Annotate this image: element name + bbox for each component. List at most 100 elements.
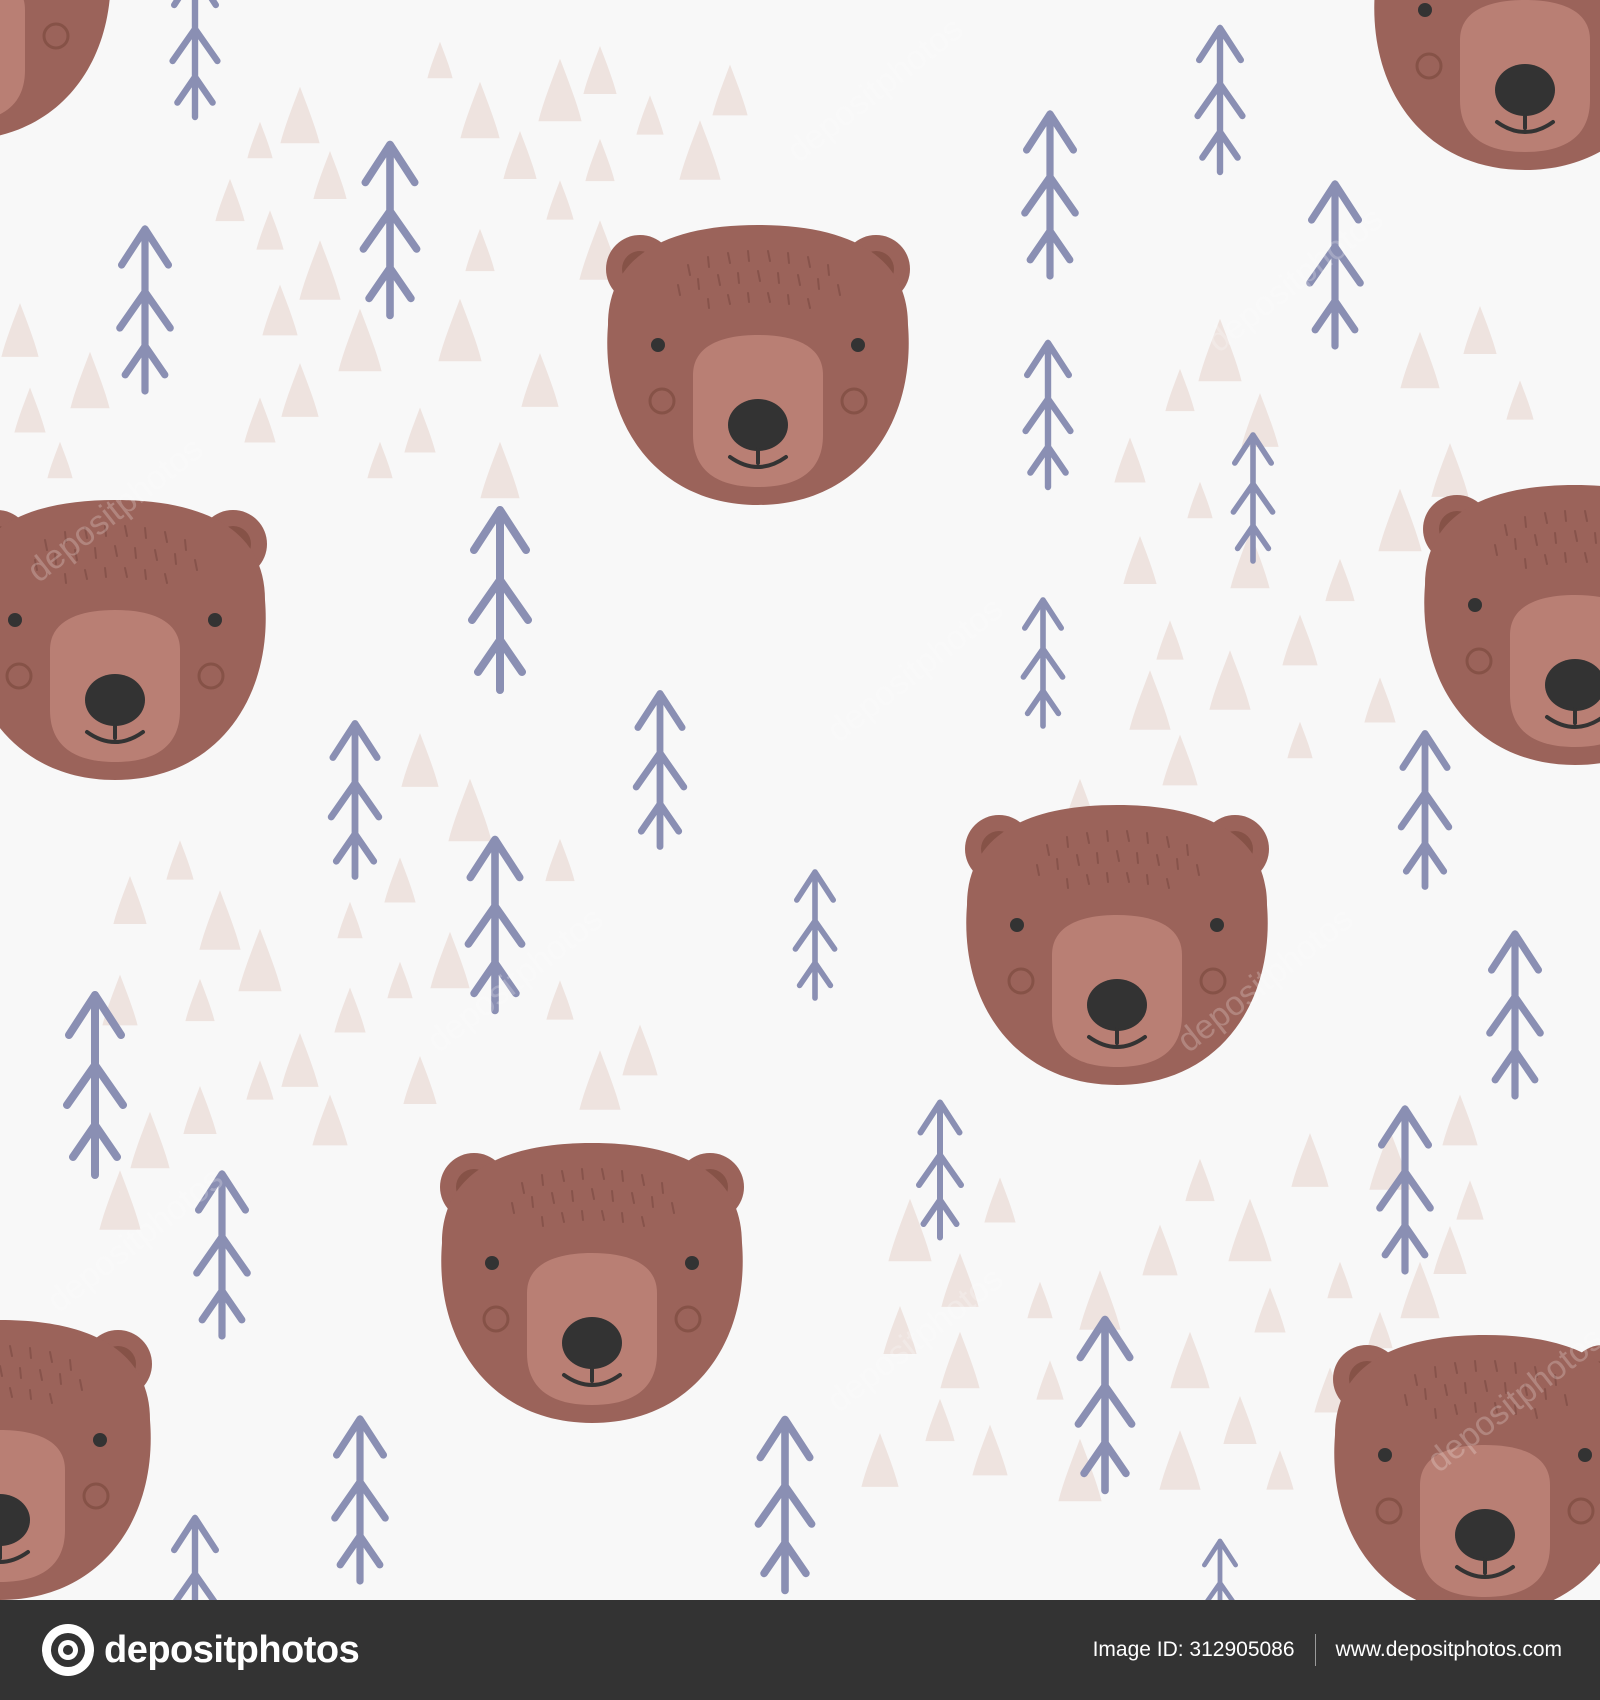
tree-icon: [468, 840, 521, 1011]
triangle-dot: [246, 1060, 274, 1100]
triangle-dot: [940, 1331, 980, 1389]
triangle-dot: [861, 1433, 899, 1487]
triangle-dot: [430, 931, 470, 989]
triangle-dot: [70, 351, 110, 409]
triangle-dot: [585, 138, 615, 182]
triangle-dot: [1431, 443, 1469, 497]
triangle-dot: [1223, 1396, 1257, 1444]
triangle-dot: [99, 1170, 141, 1230]
triangle-dot: [1364, 677, 1396, 723]
stock-image-frame: depositphotos Image ID: 312905086 www.de…: [0, 0, 1600, 1700]
triangle-dot: [47, 441, 73, 479]
tree-icon: [173, 0, 218, 117]
triangle-dot: [546, 980, 574, 1020]
bear-face: [1371, 0, 1600, 172]
triangle-dot: [545, 838, 575, 882]
tree-icon: [1380, 1109, 1430, 1271]
tree-icon: [1310, 184, 1360, 346]
tree-icon: [335, 1419, 385, 1581]
triangle-dot: [113, 876, 147, 924]
triangle-dot: [1156, 620, 1184, 660]
triangle-dot: [1162, 734, 1198, 786]
website-link[interactable]: www.depositphotos.com: [1336, 1638, 1562, 1662]
triangle-dot: [1367, 1311, 1393, 1349]
triangle-dot: [1378, 488, 1422, 552]
triangle-dot: [1165, 368, 1195, 412]
triangle-dot: [130, 1111, 170, 1169]
triangle-dot: [1228, 1198, 1272, 1262]
tree-icon: [173, 1518, 218, 1600]
triangle-dot: [448, 778, 492, 842]
triangle-dot: [622, 1024, 658, 1076]
tree-icon: [1026, 343, 1071, 487]
bear-face: [1421, 483, 1600, 767]
triangle-dot: [281, 363, 319, 417]
triangle-dot: [1327, 1261, 1353, 1299]
triangle-dot: [1287, 721, 1313, 759]
bear-face: [0, 498, 269, 782]
triangle-dot: [199, 890, 241, 950]
triangle-dot: [1170, 1331, 1210, 1389]
tree-icon: [331, 724, 379, 877]
triangle-dot: [256, 210, 284, 250]
triangle-dot: [404, 407, 436, 453]
bear-face: [438, 1141, 746, 1425]
triangle-dot: [1291, 1133, 1329, 1187]
triangle-dot: [367, 441, 393, 479]
triangle-dot: [1241, 393, 1279, 447]
triangle-dot: [238, 928, 282, 992]
footer-divider: [1314, 1634, 1316, 1666]
triangle-dot: [1266, 1450, 1294, 1490]
triangle-dot: [460, 81, 500, 139]
triangle-dot: [1254, 1287, 1286, 1333]
tree-icon: [472, 510, 528, 690]
triangle-dot: [1185, 1158, 1215, 1202]
triangle-dot: [1123, 536, 1157, 584]
triangle-dot: [538, 58, 582, 122]
triangle-dot: [262, 284, 298, 336]
tree-icon: [1025, 114, 1075, 276]
tree-icon: [1023, 600, 1062, 726]
triangle-dot: [312, 1094, 348, 1146]
triangle-dot: [1159, 1430, 1201, 1490]
tree-icon: [1198, 28, 1243, 172]
triangle-dot: [244, 397, 276, 443]
triangle-dot: [583, 46, 617, 94]
triangle-dot: [1282, 614, 1318, 666]
bear-face: [0, 1318, 154, 1600]
triangle-dot: [338, 308, 382, 372]
triangle-dot: [281, 1033, 319, 1087]
triangle-dot: [1142, 1224, 1178, 1276]
triangle-dot: [183, 1086, 217, 1134]
triangle-dot: [1506, 380, 1534, 420]
triangle-dot: [337, 901, 363, 939]
triangle-dot: [521, 353, 559, 407]
triangle-dot: [465, 228, 495, 272]
tree-icon: [67, 995, 123, 1175]
tree-icon: [197, 1174, 247, 1336]
triangle-dot: [1, 303, 39, 357]
triangle-dot: [299, 240, 341, 300]
triangle-dot: [427, 41, 453, 79]
triangle-dot: [1187, 481, 1213, 519]
bear-face: [963, 803, 1271, 1087]
triangle-dot: [1198, 318, 1242, 382]
camera-logo-icon: [42, 1624, 94, 1676]
brand-name: depositphotos: [104, 1628, 360, 1671]
triangle-dot: [387, 961, 413, 999]
bear-face: [604, 223, 912, 507]
triangle-dot: [438, 298, 482, 362]
triangle-dot: [888, 1198, 932, 1262]
triangle-dot: [403, 1056, 437, 1104]
tree-icon: [120, 229, 170, 391]
triangle-dot: [215, 178, 245, 222]
brand-logo[interactable]: depositphotos: [40, 1622, 360, 1678]
bears: [0, 0, 1600, 1600]
triangle-dot: [1433, 1226, 1467, 1274]
tree-icon: [795, 872, 834, 998]
triangle-dot: [384, 857, 416, 903]
triangle-dot: [14, 387, 46, 433]
triangle-dot: [1400, 331, 1440, 389]
triangle-dot: [546, 180, 574, 220]
triangle-dot: [925, 1398, 955, 1442]
